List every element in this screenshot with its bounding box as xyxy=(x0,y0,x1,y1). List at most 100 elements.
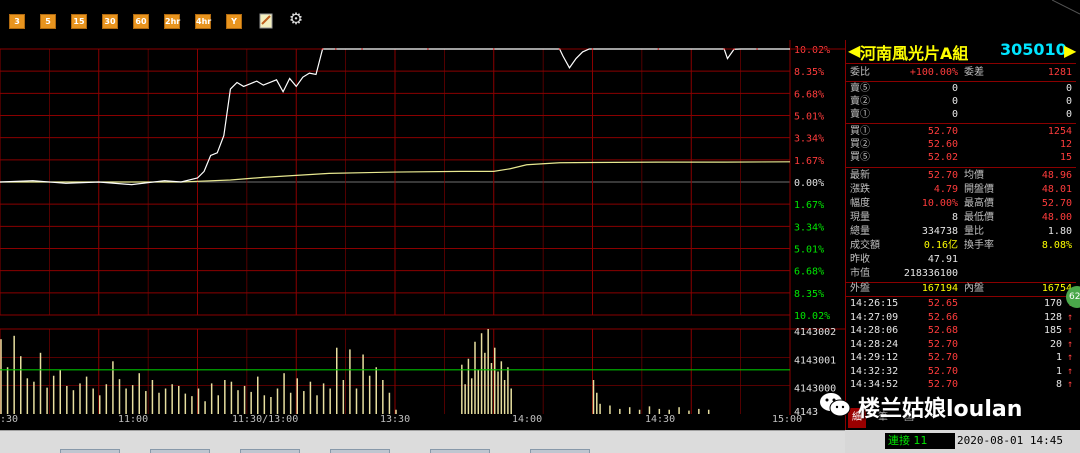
weibi-label: 委比 xyxy=(850,67,870,78)
tick-time: 14:26:15 xyxy=(850,298,899,309)
sell-price: 0 xyxy=(951,96,958,107)
buy-label: 買⑤ xyxy=(850,152,870,163)
time-tick-label: 9:30 xyxy=(0,414,19,425)
stat-row: 市值 218336100 xyxy=(846,268,1076,280)
stat-value: 1.80 xyxy=(1047,226,1072,237)
stat-value: 47.91 xyxy=(927,254,958,265)
price-point xyxy=(733,48,735,51)
tick-row: 14:34:52 52.70 8 ↑ xyxy=(846,379,1076,391)
price-tick-label: 6.68% xyxy=(794,267,824,278)
buy-volume: 15 xyxy=(1059,152,1072,163)
bottom-tab[interactable] xyxy=(330,449,390,453)
tick-row: 14:29:12 52.70 1 ↑ xyxy=(846,352,1076,364)
sell-label: 賣① xyxy=(850,109,870,120)
prev-arrow-icon[interactable]: ◀ xyxy=(848,41,860,60)
stock-name: 河南風光片A組 xyxy=(860,44,969,63)
next-arrow-icon[interactable]: ▶ xyxy=(1064,41,1076,60)
connection-status: 連接 11 xyxy=(885,433,955,449)
time-tick-label: 11:00 xyxy=(118,414,149,425)
stat-value: 8.08% xyxy=(1041,240,1072,251)
gear-icon[interactable]: ⚙ xyxy=(287,9,305,29)
stat-value: 8 xyxy=(951,212,958,223)
stat-value: 4.79 xyxy=(933,184,958,195)
tick-volume: 128 xyxy=(1043,311,1062,323)
buy-label: 買② xyxy=(850,139,870,150)
bottom-tab[interactable] xyxy=(240,449,300,453)
buy-price: 52.60 xyxy=(927,139,958,150)
tick-time: 14:34:52 xyxy=(850,379,899,390)
price-tick-label: 3.34% xyxy=(794,222,824,233)
status-bar: 連接 11 2020-08-01 14:45 xyxy=(845,430,1080,453)
wechat-logo-icon xyxy=(820,393,851,417)
stat-row: 總量 334738 量比 1.80 xyxy=(846,226,1076,238)
tick-time: 14:27:09 xyxy=(850,311,899,323)
price-tick-label: 3.34% xyxy=(794,134,824,145)
price-tick-label: 8.35% xyxy=(794,67,824,78)
stat-label: 量比 xyxy=(964,226,984,237)
price-point xyxy=(361,48,363,50)
price-point xyxy=(334,48,337,50)
outer-label: 外盤 xyxy=(850,283,870,294)
period-2hr-button[interactable]: 2hr xyxy=(164,14,180,29)
price-point xyxy=(591,48,594,50)
stat-value: 48.01 xyxy=(1041,184,1072,195)
stat-label: 市值 xyxy=(850,268,870,279)
price-tick-label: 0.00% xyxy=(794,178,824,189)
stat-value: 218336100 xyxy=(903,268,958,279)
bottom-tab[interactable] xyxy=(150,449,210,453)
time-tick-label: 14:30 xyxy=(645,414,676,425)
tick-price: 52.70 xyxy=(927,338,958,350)
stat-value: 48.96 xyxy=(1041,170,1072,181)
tick-volume: 185 xyxy=(1043,325,1062,336)
tick-time: 14:28:24 xyxy=(850,338,899,350)
sell-row: 賣⑤ 0 0 xyxy=(846,83,1076,95)
time-tick-label: 11:30/13:00 xyxy=(232,414,299,425)
period-30-button[interactable]: 30 xyxy=(102,14,118,29)
price-tick-label: 5.01% xyxy=(794,112,824,123)
time-tick-label: 13:30 xyxy=(380,414,411,425)
tick-price: 52.65 xyxy=(927,298,958,309)
outer-inner-row: 外盤 167194 內盤 16754 xyxy=(846,283,1076,295)
tick-volume: 1 xyxy=(1055,352,1062,363)
sell-row: 賣② 0 0 xyxy=(846,96,1076,108)
stat-label: 最新 xyxy=(850,170,870,181)
bottom-tab[interactable] xyxy=(60,449,120,453)
price-point xyxy=(756,48,758,50)
price-tick-label: 8.35% xyxy=(794,289,824,300)
period-15-button[interactable]: 15 xyxy=(71,14,87,29)
sell-volume: 0 xyxy=(1065,96,1072,107)
period-5-button[interactable]: 5 xyxy=(40,14,56,29)
stat-value: 0.16亿 xyxy=(923,240,958,251)
status-datetime: 2020-08-01 14:45 xyxy=(957,434,1063,447)
price-tick-label: 10.02% xyxy=(794,311,830,322)
bottom-tab[interactable] xyxy=(530,449,590,453)
tick-row: 14:28:06 52.68 185 ↑ xyxy=(846,325,1076,337)
tick-up-arrow-icon: ↑ xyxy=(1066,338,1073,350)
period-3-button[interactable]: 3 xyxy=(9,14,25,29)
buy-label: 買① xyxy=(850,126,870,137)
period-y-button[interactable]: Y xyxy=(226,14,242,29)
toolbar: 3 5 15 30 60 2hr 4hr Y ⚙ xyxy=(0,0,1080,40)
price-point xyxy=(657,48,660,50)
tick-up-arrow-icon: ↑ xyxy=(1066,379,1073,390)
time-tick-label: 14:00 xyxy=(512,414,543,425)
outer-value: 167194 xyxy=(921,283,958,294)
tick-row: 14:27:09 52.66 128 ↑ xyxy=(846,312,1076,324)
stat-value: 334738 xyxy=(921,226,958,237)
sell-price: 0 xyxy=(951,109,958,120)
tick-row: 14:32:32 52.70 1 ↑ xyxy=(846,366,1076,378)
period-60-button[interactable]: 60 xyxy=(133,14,149,29)
tick-price: 52.70 xyxy=(927,352,958,363)
stat-row: 現量 8 最低價 48.00 xyxy=(846,212,1076,224)
tick-time: 14:32:32 xyxy=(850,365,899,377)
sell-volume: 0 xyxy=(1065,109,1072,120)
period-4hr-button[interactable]: 4hr xyxy=(195,14,211,29)
buy-price: 52.02 xyxy=(927,152,958,163)
stat-label: 開盤價 xyxy=(964,184,994,195)
price-tick-label: 6.68% xyxy=(794,89,824,100)
stat-label: 幅度 xyxy=(850,198,870,209)
stat-row: 最新 52.70 均價 48.96 xyxy=(846,170,1076,182)
tick-up-arrow-icon: ↑ xyxy=(1066,365,1073,377)
note-icon[interactable] xyxy=(259,13,273,29)
bottom-tab[interactable] xyxy=(430,449,490,453)
